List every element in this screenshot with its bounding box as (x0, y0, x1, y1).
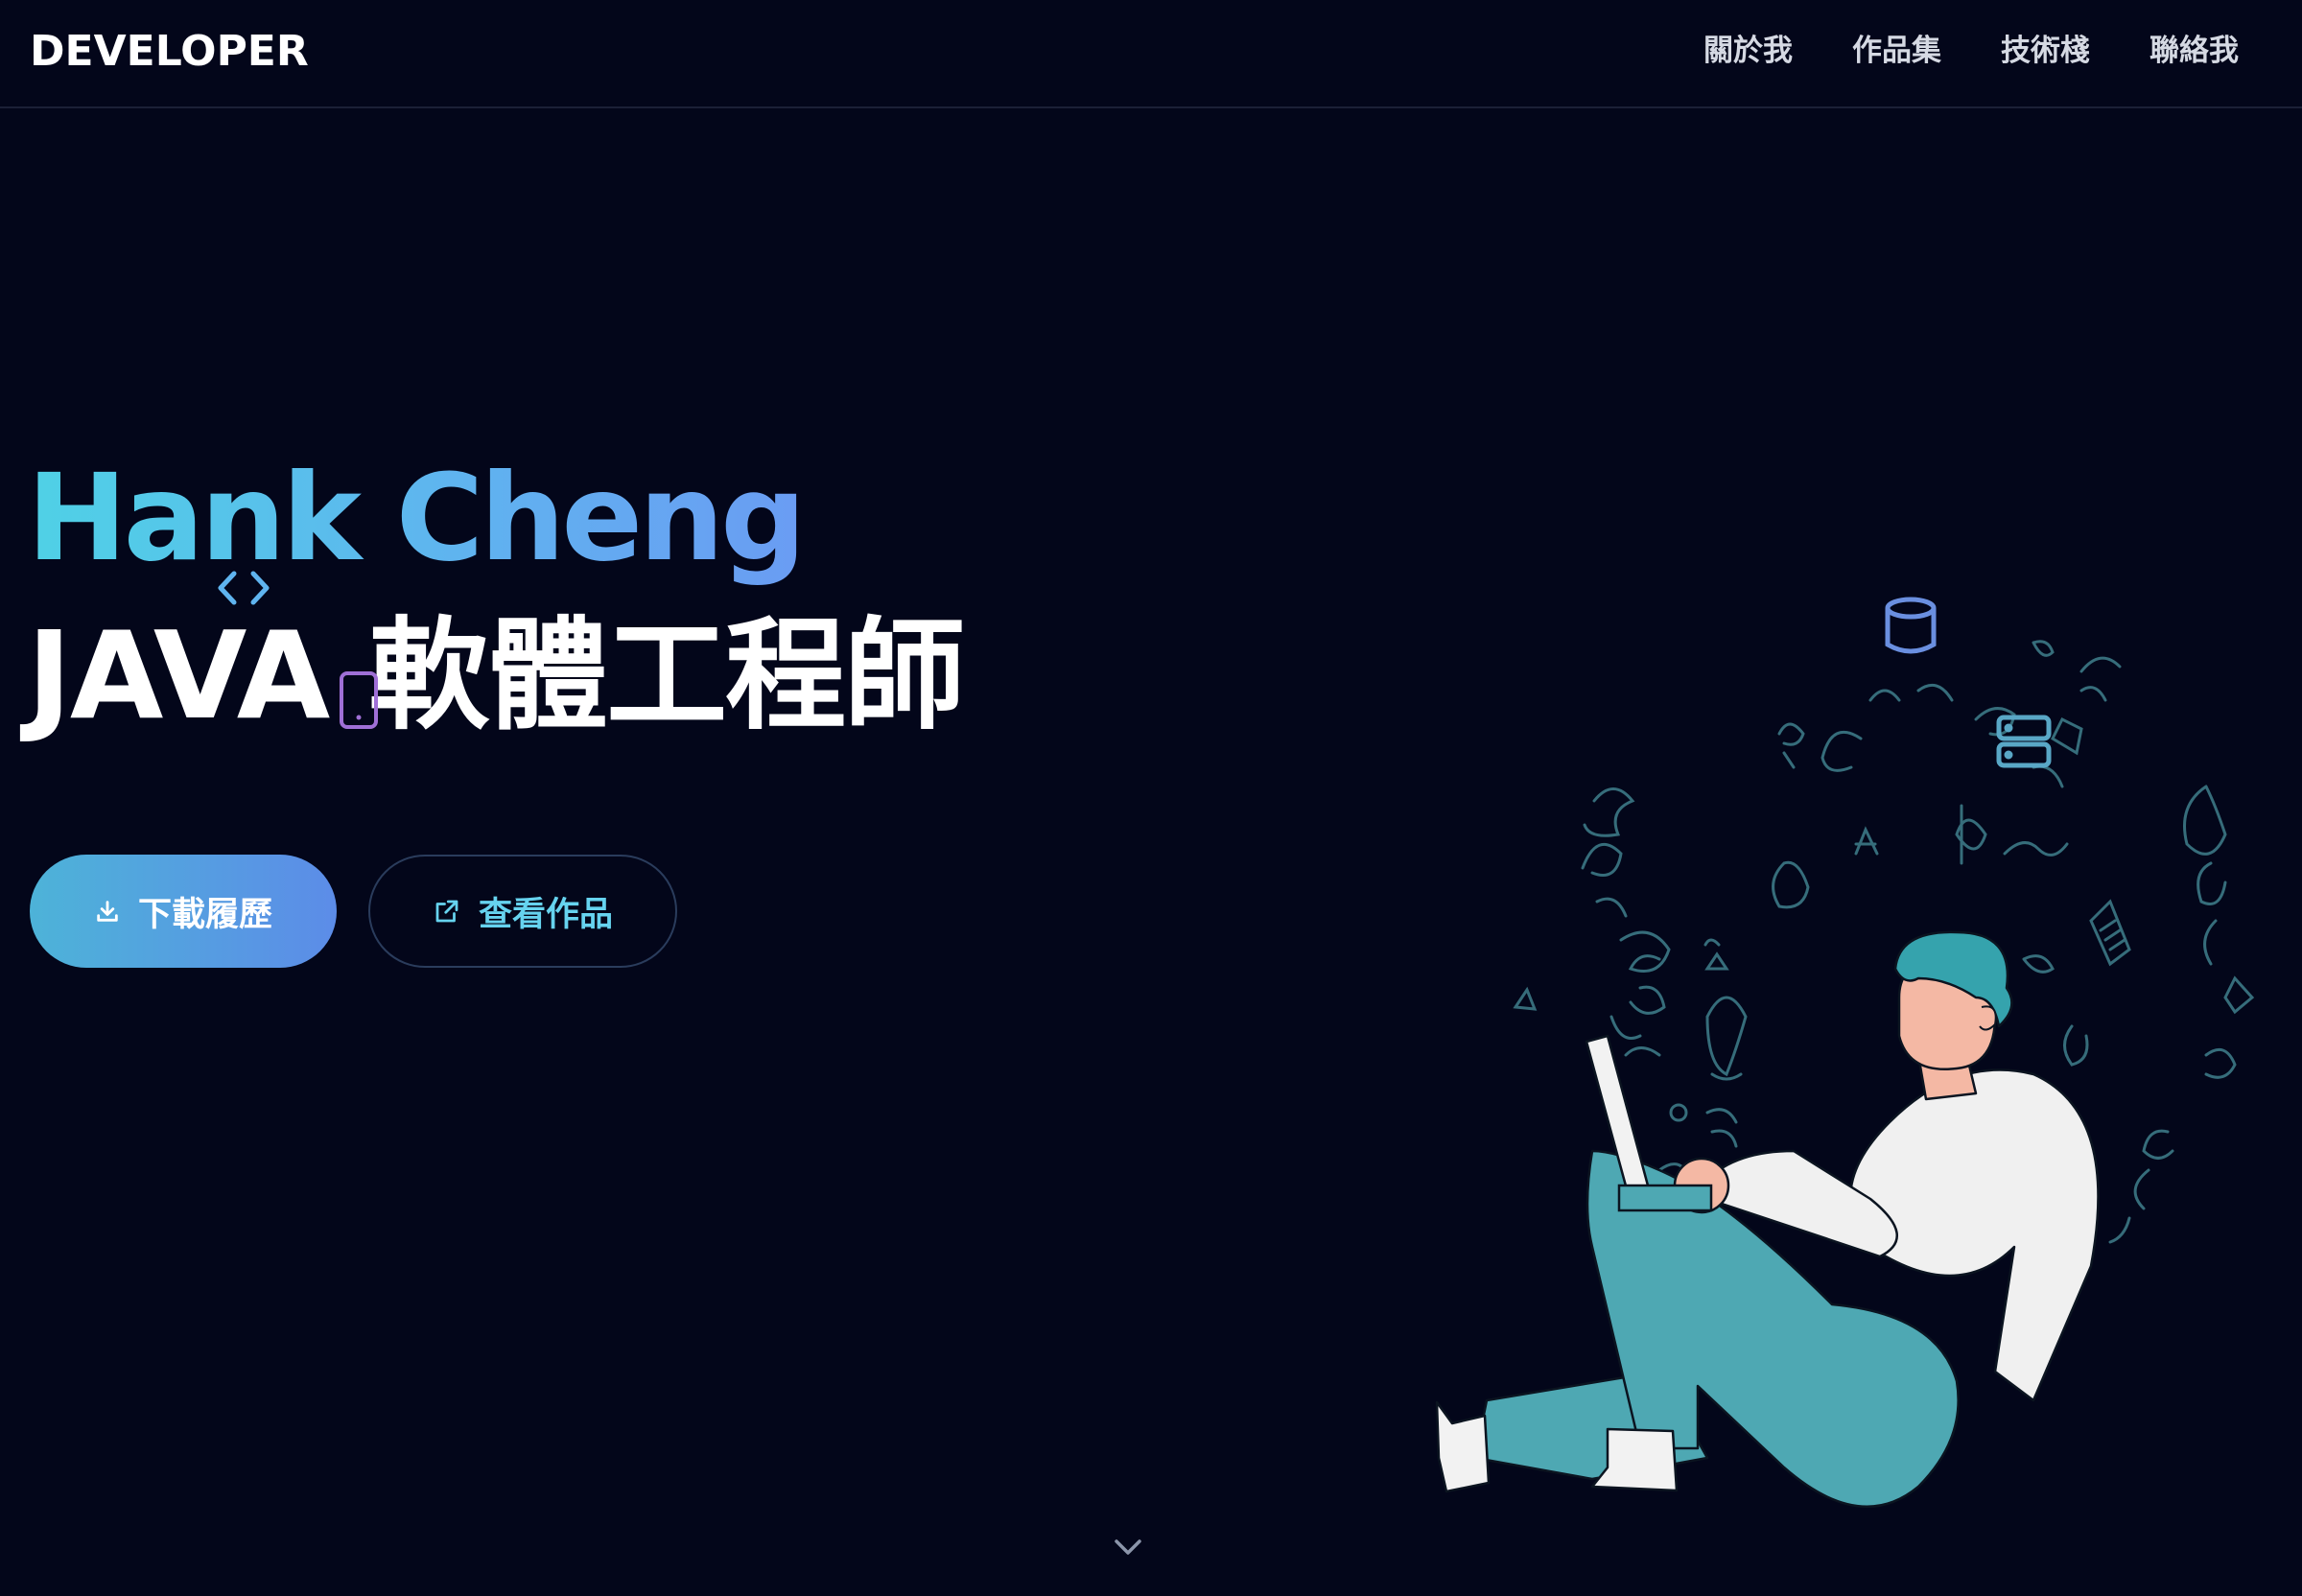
chevron-down-icon[interactable] (1111, 1535, 1145, 1560)
nav-link-about[interactable]: 關於我 (1703, 27, 1793, 75)
download-resume-button[interactable]: 下載履歷 (30, 855, 337, 968)
download-icon (97, 901, 118, 922)
laptop-base (1617, 1184, 1713, 1212)
external-link-icon (435, 900, 458, 923)
nav-link-contact[interactable]: 聯絡我 (2149, 27, 2239, 75)
page: DEVELOPER 關於我 作品集 技術棧 聯絡我 Hank Cheng JAV… (0, 0, 2302, 1596)
nav-link-portfolio[interactable]: 作品集 (1852, 27, 1941, 75)
download-resume-label: 下載履歷 (137, 895, 272, 934)
nav-link-tech-stack[interactable]: 技術棧 (2001, 27, 2090, 75)
hero-role: JAVA 軟體工程師 (27, 605, 965, 746)
server-icon (1996, 715, 2052, 768)
mobile-icon (340, 671, 378, 729)
database-icon (1885, 597, 1937, 654)
developer-illustration (1435, 597, 2255, 1509)
top-nav: DEVELOPER 關於我 作品集 技術棧 聯絡我 (0, 0, 2302, 108)
nav-links: 關於我 作品集 技術棧 聯絡我 (1703, 27, 2239, 75)
brand-logo[interactable]: DEVELOPER (30, 25, 309, 79)
person-ear (1979, 1005, 1997, 1031)
view-portfolio-button[interactable]: 查看作品 (368, 855, 677, 968)
person-shoe-left (1435, 1400, 1491, 1493)
view-portfolio-label: 查看作品 (478, 895, 613, 934)
code-icon (218, 571, 270, 605)
hero-name: Hank Cheng (27, 447, 807, 591)
